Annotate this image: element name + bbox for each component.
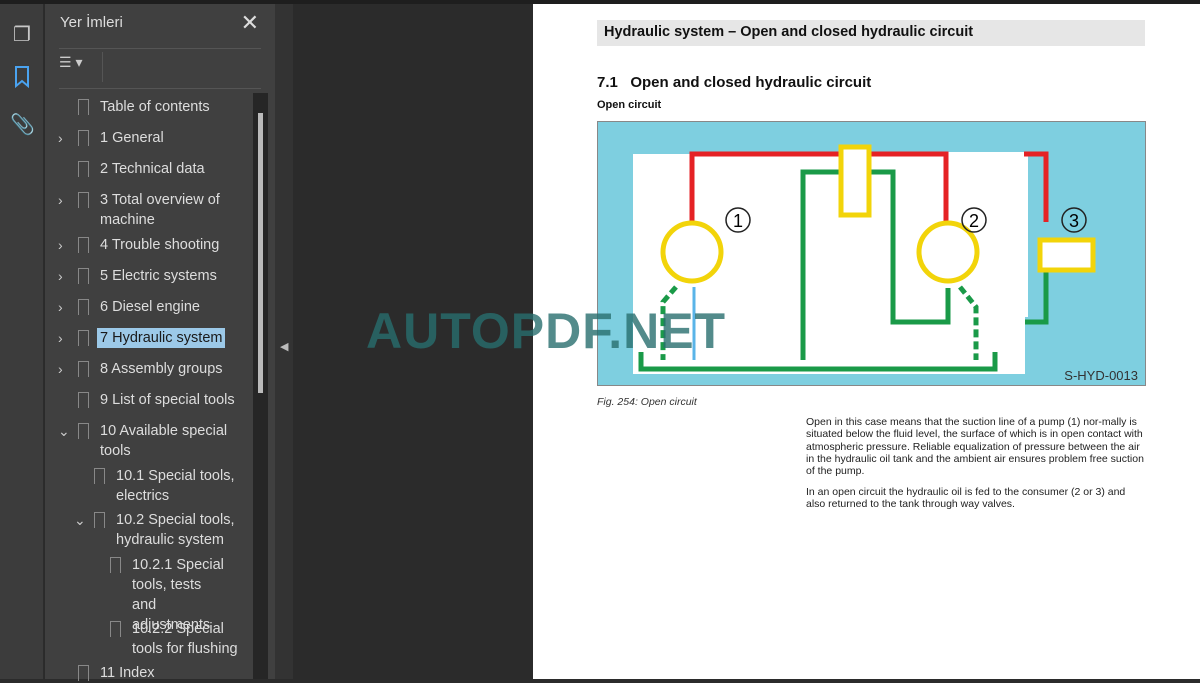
expand-chevron-icon[interactable]: ›: [58, 128, 63, 148]
divider: [59, 48, 261, 49]
paragraph: In an open circuit the hydraulic oil is …: [806, 486, 1126, 511]
watermark: AUTOPDF.NET: [366, 303, 727, 359]
bookmark-icon: [78, 392, 89, 408]
bookmark-item[interactable]: › 1 General: [58, 128, 250, 148]
bookmark-icon: [78, 299, 89, 315]
bookmark-icon: [78, 330, 89, 346]
panel-title: Yer İmleri: [60, 14, 123, 31]
bookmark-label: 10.2 Special tools, hydraulic system: [116, 512, 235, 548]
bookmark-icon: [78, 161, 89, 177]
bookmark-item[interactable]: › 3 Total overview of machine: [58, 190, 230, 230]
bookmark-label: 5 Electric systems: [100, 268, 217, 284]
section-title: 7.1 Open and closed hydraulic circuit: [597, 74, 872, 91]
bookmark-label: 10.1 Special tools, electrics: [116, 468, 235, 504]
scrollbar-thumb[interactable]: [258, 113, 263, 393]
bookmark-item[interactable]: › 8 Assembly groups: [58, 359, 250, 379]
bookmark-options-button[interactable]: ☰ ▾: [59, 54, 82, 71]
collapse-panel-handle[interactable]: ◀: [275, 4, 293, 679]
attachment-icon[interactable]: 📎: [10, 112, 35, 136]
expand-chevron-icon[interactable]: ›: [58, 190, 63, 210]
bookmark-icon: [78, 268, 89, 284]
bookmark-label: 1 General: [100, 130, 164, 146]
bookmark-label: 10 Available special tools: [100, 423, 228, 459]
pages-icon[interactable]: ❐: [10, 22, 34, 46]
bookmark-item[interactable]: ⌄ 10.2 Special tools, hydraulic system: [74, 510, 241, 550]
bookmark-icon: [78, 423, 89, 439]
bookmark-label: 6 Diesel engine: [100, 299, 200, 315]
expand-chevron-icon[interactable]: ›: [58, 297, 63, 317]
bookmark-item[interactable]: › 6 Diesel engine: [58, 297, 250, 317]
label-2: 2: [969, 211, 979, 231]
bookmark-item[interactable]: 10.2.2 Special tools for flushing: [110, 619, 247, 659]
bookmark-icon: [110, 557, 121, 573]
bookmark-label: 9 List of special tools: [100, 392, 235, 408]
bookmark-icon: [78, 361, 89, 377]
collapse-arrow-icon: ◀: [280, 341, 289, 353]
paragraph: Open in this case means that the suction…: [806, 416, 1144, 478]
bookmark-item[interactable]: › 7 Hydraulic system: [58, 328, 250, 348]
bookmark-item[interactable]: Table of contents: [78, 97, 250, 117]
label-3: 3: [1069, 211, 1079, 231]
bookmark-icon: [78, 99, 89, 115]
bookmark-label: 8 Assembly groups: [100, 361, 223, 377]
figure-caption: Fig. 254: Open circuit: [597, 396, 697, 408]
expand-chevron-icon[interactable]: ›: [58, 266, 63, 286]
bookmark-icon: [110, 621, 121, 637]
bookmark-icon[interactable]: [10, 66, 34, 90]
bookmark-item[interactable]: › 4 Trouble shooting: [58, 235, 250, 255]
expand-chevron-icon[interactable]: ›: [58, 235, 63, 255]
expand-chevron-icon[interactable]: ⌄: [74, 510, 86, 530]
left-toolbar: ❐ 📎: [0, 4, 44, 679]
bookmark-icon: [94, 512, 105, 528]
scrollbar[interactable]: [253, 93, 268, 679]
bookmark-label: 7 Hydraulic system: [97, 328, 226, 348]
expand-chevron-icon[interactable]: ›: [58, 328, 63, 348]
bookmark-label: 3 Total overview of machine: [100, 192, 220, 228]
bookmark-item[interactable]: ⌄ 10 Available special tools: [58, 421, 230, 461]
bookmarks-panel: Yer İmleri ✕ ☰ ▾ Table of contents › 1 Gen…: [45, 4, 275, 681]
bookmark-icon: [78, 192, 89, 208]
expand-chevron-icon[interactable]: ›: [58, 359, 63, 379]
bookmark-icon: [78, 237, 89, 253]
figure-code: S-HYD-0013: [1064, 368, 1138, 383]
bookmark-item[interactable]: 9 List of special tools: [78, 390, 250, 410]
bookmark-item[interactable]: › 5 Electric systems: [58, 266, 250, 286]
label-1: 1: [733, 211, 743, 231]
divider: [102, 52, 103, 82]
bookmark-label: 10.2.2 Special tools for flushing: [132, 621, 238, 657]
close-panel-button[interactable]: ✕: [241, 10, 259, 36]
divider: [59, 88, 261, 89]
bookmark-label: 2 Technical data: [100, 161, 205, 177]
subsection-title: Open circuit: [597, 99, 662, 111]
bookmark-item[interactable]: 10.1 Special tools, electrics: [94, 466, 236, 506]
bookmark-label: 4 Trouble shooting: [100, 237, 220, 253]
expand-chevron-icon[interactable]: ⌄: [58, 421, 70, 441]
bookmark-icon: [78, 130, 89, 146]
page-header: Hydraulic system – Open and closed hydra…: [597, 20, 1145, 46]
bookmark-item[interactable]: 2 Technical data: [78, 159, 250, 179]
bookmark-label: Table of contents: [100, 99, 210, 115]
bookmark-icon: [94, 468, 105, 484]
bookmark-item[interactable]: 11 Index: [78, 663, 250, 683]
